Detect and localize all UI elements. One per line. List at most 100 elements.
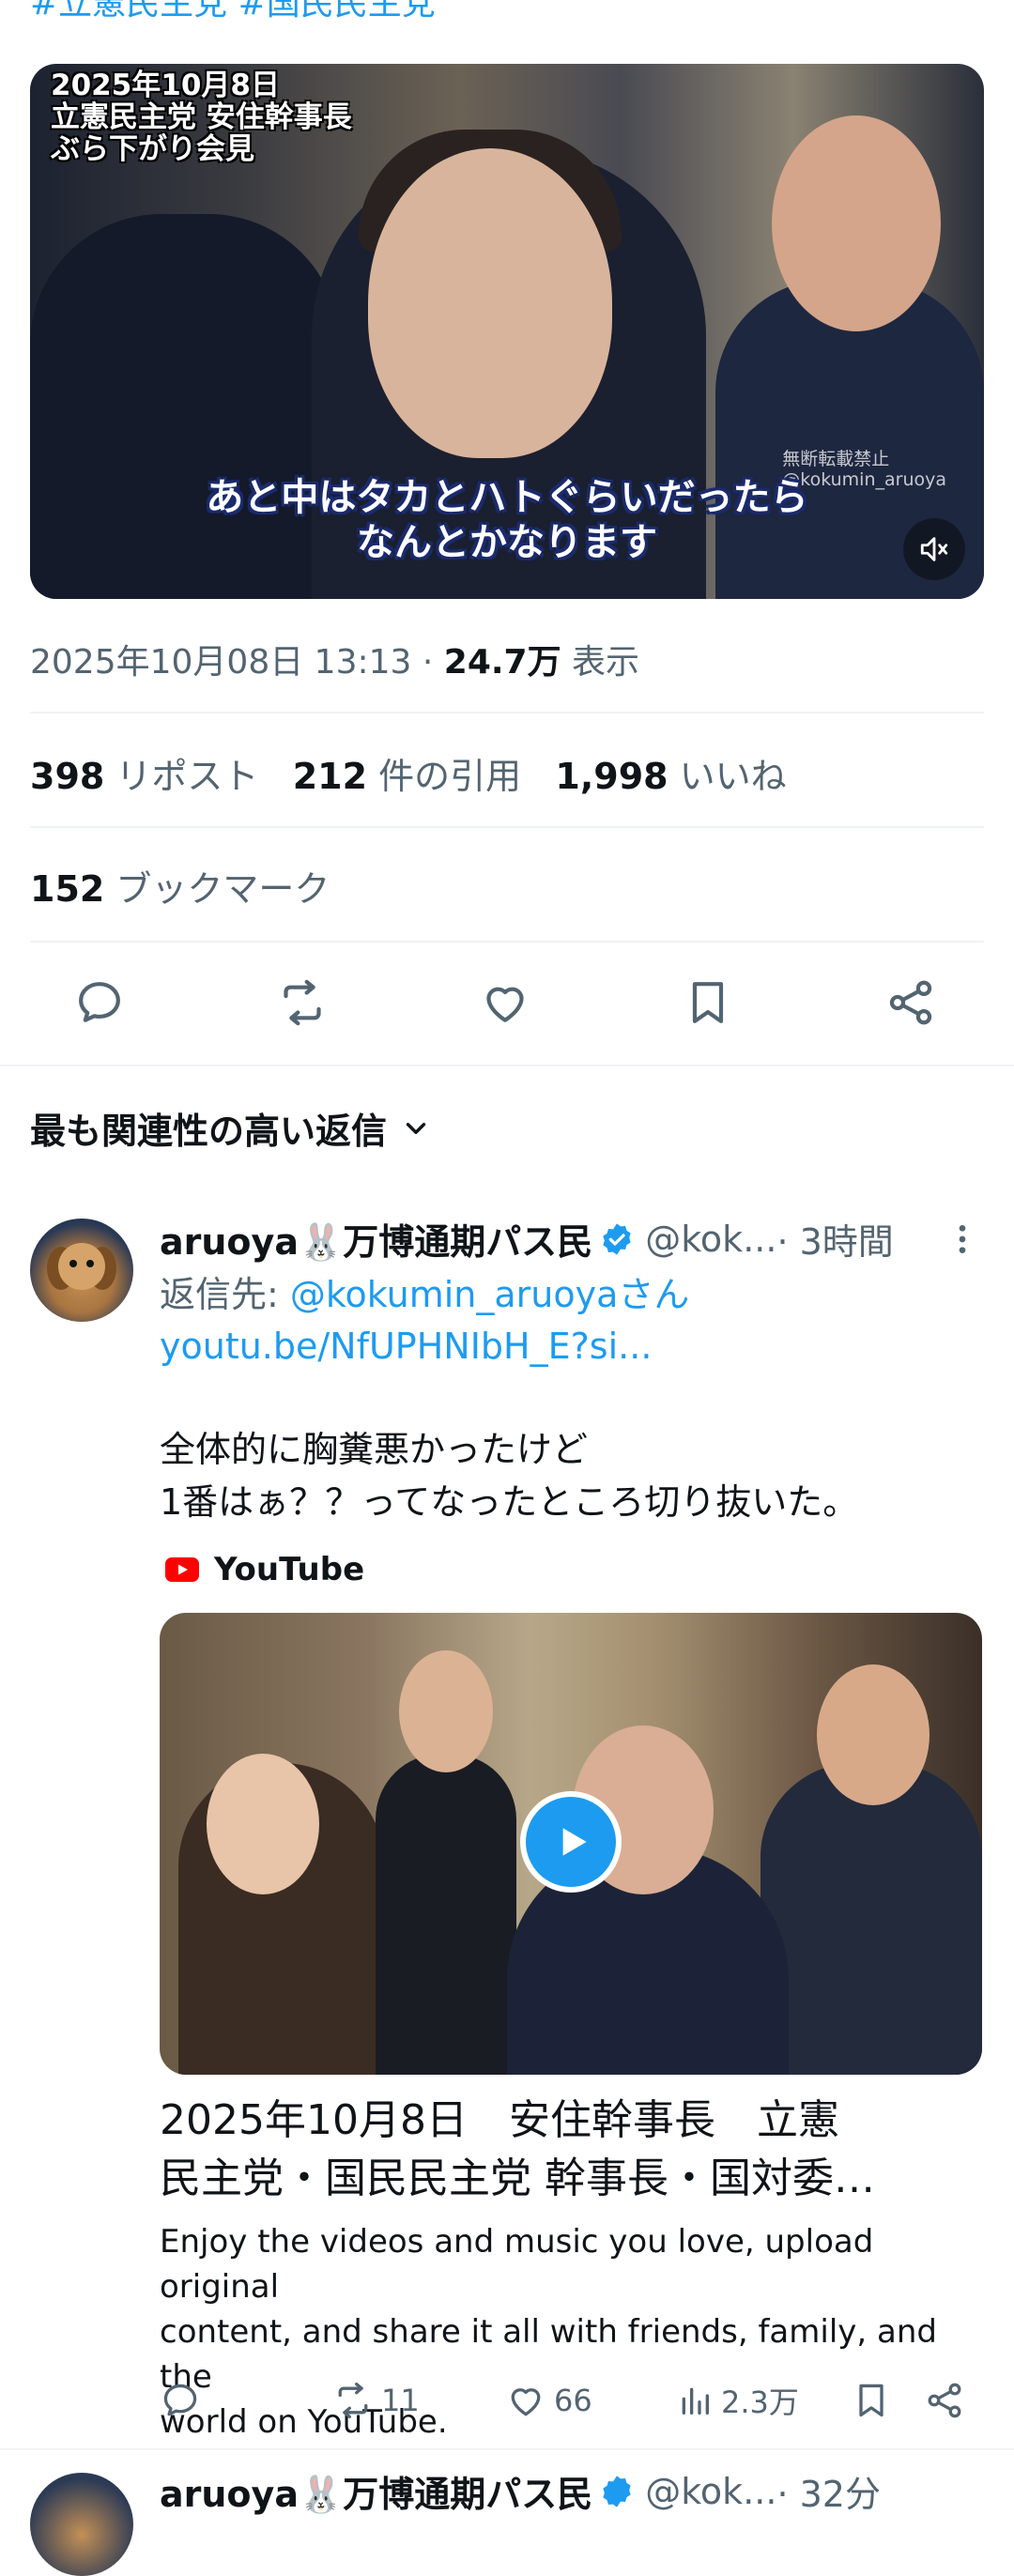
bookmark-icon [859, 2384, 883, 2417]
bookmarks-label: ブックマーク [115, 868, 330, 910]
avatar[interactable] [30, 1219, 133, 1322]
link-card-title-line: 2025年10月8日 安住幹事長 立憲 [160, 2096, 839, 2144]
avatar-detail [58, 1243, 105, 1290]
video-caption-line: 立憲民主党 安住幹事長 [51, 100, 352, 134]
link-card-title[interactable]: 2025年10月8日 安住幹事長 立憲 民主党・国民民主党 幹事長・国対委… [160, 2092, 982, 2208]
play-icon [562, 1828, 587, 1856]
reply-reply-button[interactable] [160, 2377, 201, 2424]
likes-count: 1,998 [555, 756, 668, 797]
link-card-thumbnail[interactable] [160, 1613, 982, 2075]
thumb-person-face [399, 1650, 493, 1772]
video-subtitle: あと中はタカとハトぐらいだったら なんとかなります [30, 475, 984, 565]
reply-text-line: 全体的に胸糞悪かったけど [160, 1429, 589, 1470]
share-icon [928, 2383, 961, 2418]
avatar-detail [86, 1260, 94, 1267]
link-card-source-name: YouTube [214, 1551, 365, 1588]
bookmark-icon [692, 982, 724, 1023]
meta-separator: · [411, 643, 444, 682]
reply-to-label: 返信先: [160, 1274, 290, 1315]
share-icon [889, 980, 932, 1025]
reply-display-name[interactable]: aruoya🐰万博通期パス民 [160, 2465, 592, 2517]
reply-bookmark-button[interactable] [851, 2377, 892, 2424]
divider [30, 826, 984, 828]
views-chart-icon [682, 2387, 709, 2415]
divider [30, 712, 984, 713]
post-stats: 398 リポスト 212 件の引用 1,998 いいね [30, 747, 787, 799]
likes-stat[interactable]: 1,998 いいね [555, 756, 786, 797]
reply-text: 全体的に胸糞悪かったけど 1番はぁ？？ってなったところ切り抜いた。 [160, 1423, 858, 1528]
video-person-right-face [772, 115, 941, 331]
reply-views-count: 2.3万 [721, 2384, 799, 2420]
reposts-count: 398 [30, 756, 105, 797]
post-meta: 2025年10月08日 13:13 · 24.7万 表示 [30, 635, 639, 683]
video-person-face [368, 148, 612, 458]
reply-to-line: 返信先: @kokumin_aruoyaさん [160, 1265, 689, 1317]
quotes-label: 件の引用 [378, 756, 522, 797]
more-options-button[interactable] [948, 1220, 976, 1258]
thumb-person-face [207, 1754, 319, 1894]
reply-like-count: 66 [554, 2383, 592, 2418]
speaker-muted-icon [920, 537, 948, 561]
reply-handle[interactable]: @kok... [645, 2471, 776, 2512]
post-timestamp[interactable]: 2025年10月08日 13:13 [30, 643, 411, 682]
divider [0, 1065, 1014, 1066]
reposts-stat[interactable]: 398 リポスト [30, 756, 258, 797]
reply-button[interactable] [71, 974, 128, 1031]
verified-badge-icon [603, 2475, 631, 2507]
reply-like-button[interactable]: 66 [505, 2377, 592, 2424]
bookmark-button[interactable] [680, 974, 736, 1031]
thumb-person [760, 1763, 982, 2075]
views-count: 24.7万 [443, 643, 561, 682]
reply-icon [79, 982, 120, 1022]
repost-icon [338, 2382, 368, 2419]
repost-button[interactable] [274, 974, 330, 1031]
reply-text-line: 1番はぁ？？ってなったところ切り抜いた。 [160, 1481, 859, 1523]
chevron-down-icon [406, 1122, 426, 1134]
reply-header: aruoya🐰万博通期パス民 @kok... · 3時間 [160, 1213, 894, 1265]
link-card-source: YouTube [165, 1551, 364, 1588]
bookmarks-stat[interactable]: 152 ブックマーク [30, 860, 330, 912]
reply-repost-button[interactable]: 11 [332, 2377, 420, 2424]
link-card-description-line: Enjoy the videos and music you love, upl… [160, 2223, 874, 2306]
subtitle-line: あと中はタカとハトぐらいだったら [206, 476, 808, 519]
reply-header: aruoya🐰万博通期パス民 @kok... · 32分 [160, 2465, 881, 2517]
reply-views-button[interactable]: 2.3万 [676, 2377, 799, 2424]
hashtags[interactable]: #立憲民主党 #国民民主党 [30, 0, 436, 24]
video-caption-line: ぶら下がり会見 [51, 132, 254, 166]
divider [0, 2448, 1014, 2450]
views-label: 表示 [561, 643, 640, 682]
like-button[interactable] [477, 974, 533, 1031]
reply-handle[interactable]: @kok... [645, 1219, 776, 1260]
bookmarks-count: 152 [30, 868, 105, 910]
reply-display-name[interactable]: aruoya🐰万博通期パス民 [160, 1213, 592, 1265]
youtube-logo-icon [165, 1557, 199, 1582]
quotes-count: 212 [292, 756, 368, 797]
reply-to-handle[interactable]: @kokumin_aruoyaさん [290, 1274, 690, 1315]
video-caption: 2025年10月8日 立憲民主党 安住幹事長 ぶら下がり会見 [51, 69, 352, 165]
thumb-person-face [817, 1664, 930, 1805]
verified-badge-icon [603, 1222, 631, 1255]
play-button[interactable] [520, 1791, 622, 1893]
link-card-title-line: 民主党・国民民主党 幹事長・国対委… [160, 2154, 875, 2202]
avatar-detail [69, 1260, 77, 1267]
divider [30, 941, 984, 943]
subtitle-line: なんとかなります [357, 521, 657, 564]
replies-sort-dropdown[interactable]: 最も関連性の高い返信 [30, 1102, 432, 1154]
reply-share-button[interactable] [924, 2377, 965, 2424]
likes-label: いいね [679, 756, 787, 797]
avatar[interactable] [30, 2473, 133, 2576]
watermark-line: 無断転載禁止 [782, 449, 890, 469]
reposts-label: リポスト [115, 756, 259, 797]
tweet-video[interactable]: 2025年10月8日 立憲民主党 安住幹事長 ぶら下がり会見 無断転載禁止 @k… [30, 64, 984, 599]
like-icon [486, 987, 524, 1022]
reply-time[interactable]: · 32分 [776, 2465, 881, 2517]
more-vertical-icon [959, 1225, 966, 1253]
reply-repost-count: 11 [381, 2383, 420, 2418]
video-caption-line: 2025年10月8日 [51, 69, 280, 102]
mute-button[interactable] [903, 518, 965, 580]
reply-time[interactable]: · 3時間 [776, 1213, 893, 1265]
share-button[interactable] [883, 974, 939, 1031]
quotes-stat[interactable]: 212 件の引用 [293, 756, 521, 797]
reply-link[interactable]: youtu.be/NfUPHNIbH_E?si... [160, 1326, 652, 1367]
reply-icon [163, 2384, 197, 2416]
